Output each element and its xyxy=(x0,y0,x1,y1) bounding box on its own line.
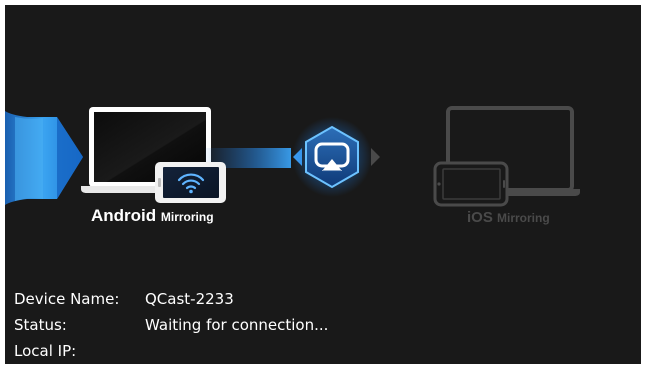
ios-mode-name: iOS xyxy=(467,209,493,226)
device-name-label: Device Name: xyxy=(14,290,120,308)
android-mode-name: Android xyxy=(91,206,157,225)
device-info-panel: Device Name: QCast-2233 Status: Waiting … xyxy=(14,290,614,364)
ios-mirroring-label[interactable]: iOS Mirroring xyxy=(467,210,550,225)
ios-phone-icon xyxy=(433,161,509,207)
device-name-value: QCast-2233 xyxy=(145,290,234,308)
status-value: Waiting for connection... xyxy=(145,316,329,334)
ios-mode-suffix: Mirroring xyxy=(497,211,550,225)
android-mirroring-label[interactable]: Android Mirroring xyxy=(91,207,214,224)
phone-icon xyxy=(155,162,226,203)
blue-ribbon-graphic xyxy=(5,111,83,205)
device-name-row: Device Name: QCast-2233 xyxy=(14,290,614,316)
mirroring-screen: Android Mirroring iOS Mirroring Device N… xyxy=(5,5,641,364)
status-label: Status: xyxy=(14,316,67,334)
local-ip-label: Local IP: xyxy=(14,342,77,360)
local-ip-row: Local IP: xyxy=(14,342,614,364)
status-row: Status: Waiting for connection... xyxy=(14,316,614,342)
android-mode-suffix: Mirroring xyxy=(160,210,214,224)
arrow-right-icon[interactable] xyxy=(371,148,380,166)
